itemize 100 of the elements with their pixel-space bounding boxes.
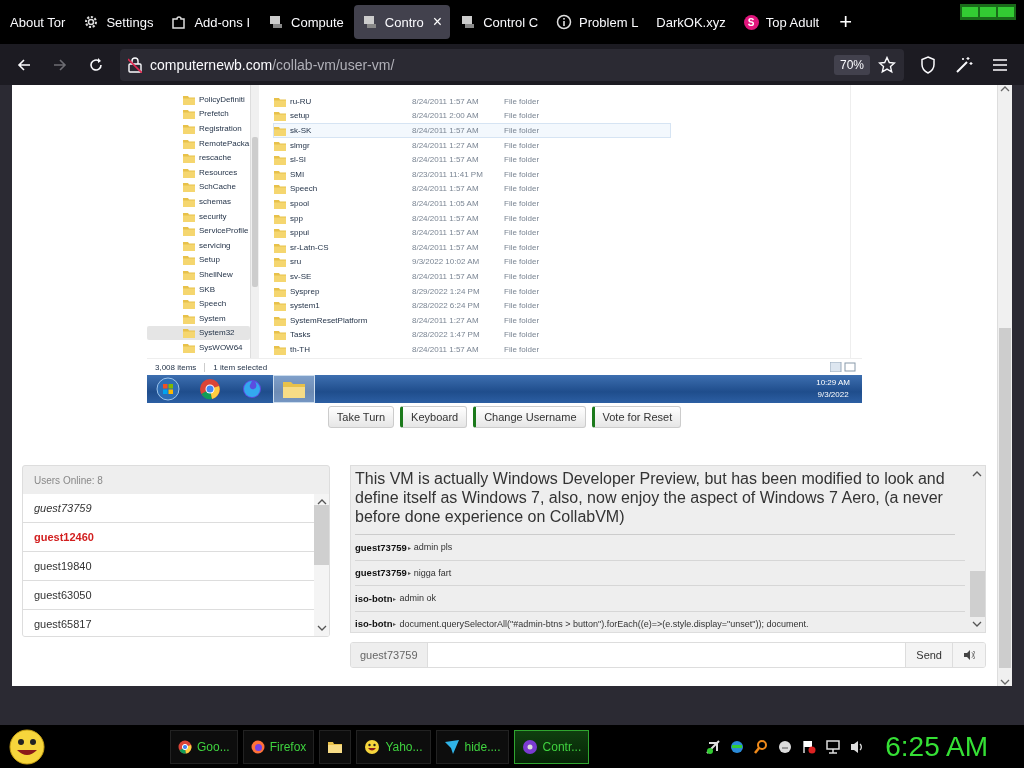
user-list-item[interactable]: guest73759: [23, 494, 314, 523]
file-row[interactable]: Speech 8/24/2011 1:57 AM File folder: [273, 181, 671, 197]
taskbar-button[interactable]: Yaho...: [356, 729, 431, 764]
folder-tree-item[interactable]: SysWOW64: [147, 340, 250, 355]
folder-tree-item[interactable]: servicing: [147, 237, 250, 253]
folder-tree-item[interactable]: security: [147, 208, 250, 224]
scroll-up-icon[interactable]: [972, 470, 982, 478]
folder-tree-item[interactable]: Speech: [147, 296, 250, 311]
file-row[interactable]: th-TH 8/24/2011 1:57 AM File folder: [273, 342, 671, 357]
file-row[interactable]: sk-SK 8/24/2011 1:57 AM File folder: [273, 123, 671, 138]
zoom-level[interactable]: 70%: [833, 54, 870, 75]
file-date: 8/28/2022 6:24 PM: [412, 301, 481, 311]
browser-tab[interactable]: Settings: [75, 5, 162, 39]
magic-wand-icon[interactable]: [955, 55, 973, 74]
bookmark-star-icon[interactable]: [878, 55, 896, 74]
file-row[interactable]: system1 8/28/2022 6:24 PM File folder: [273, 298, 671, 313]
file-row[interactable]: Sysprep 8/29/2022 1:24 PM File folder: [273, 283, 671, 299]
file-date: 8/24/2011 1:27 AM: [412, 140, 480, 150]
file-row[interactable]: sv-SE 8/24/2011 1:57 AM File folder: [273, 269, 671, 284]
file-date: 8/24/2011 1:57 AM: [412, 271, 480, 281]
folder-tree-item[interactable]: SchCache: [147, 179, 250, 195]
back-arrow-icon[interactable]: [16, 56, 32, 73]
page-scrollbar[interactable]: [997, 85, 1012, 686]
address-bar[interactable]: computernewb.com/collab-vm/user-vm/ 70%: [120, 48, 904, 81]
browser-tab[interactable]: Control C: [452, 5, 547, 39]
folder-icon: [274, 241, 286, 253]
folder-tree-item[interactable]: ShellNew: [147, 267, 250, 282]
scroll-down-icon[interactable]: [316, 624, 327, 632]
menu-icon[interactable]: [992, 57, 1008, 72]
file-row[interactable]: setup 8/24/2011 2:00 AM File folder: [273, 108, 671, 124]
file-row[interactable]: sr-Latn-CS 8/24/2011 1:57 AM File folder: [273, 239, 671, 255]
folder-tree-item[interactable]: Setup: [147, 252, 250, 268]
folder-tree-item[interactable]: schemas: [147, 194, 250, 209]
file-row[interactable]: sl-SI 8/24/2011 1:57 AM File folder: [273, 152, 671, 167]
browser-tab[interactable]: Contro ×: [353, 5, 451, 39]
file-row[interactable]: ru-RU 8/24/2011 1:57 AM File folder: [273, 94, 671, 109]
taskbar-button[interactable]: Contr...: [513, 729, 590, 764]
flag-error-icon[interactable]: [801, 738, 818, 755]
folder-tree-item[interactable]: System: [147, 310, 250, 326]
file-row[interactable]: slmgr 8/24/2011 1:27 AM File folder: [273, 137, 671, 153]
folder-tree-item[interactable]: rescache: [147, 150, 250, 165]
folder-icon: [274, 197, 286, 209]
folder-tree-item[interactable]: RemotePacka: [147, 135, 250, 151]
file-type: File folder: [504, 96, 541, 106]
browser-icon[interactable]: [199, 378, 221, 400]
vm-control-button[interactable]: Change Username: [473, 406, 586, 428]
scrollbar-thumb[interactable]: [252, 137, 258, 287]
close-tab-icon[interactable]: ×: [432, 13, 443, 31]
browser-tab[interactable]: Compute: [260, 5, 352, 39]
browser-tab[interactable]: S Top Adult: [735, 5, 828, 39]
network-icon[interactable]: [825, 738, 842, 755]
folder-icon: [274, 343, 286, 355]
scroll-down-icon[interactable]: [972, 620, 982, 628]
file-row[interactable]: spp 8/24/2011 1:57 AM File folder: [273, 210, 671, 226]
browser-tab[interactable]: DarkOK.xyz: [648, 5, 734, 39]
vm-control-button[interactable]: Keyboard: [400, 406, 468, 428]
file-row[interactable]: sppui 8/24/2011 1:57 AM File folder: [273, 225, 671, 240]
folder-tree-item[interactable]: System32: [147, 325, 250, 341]
reload-icon[interactable]: [88, 56, 104, 73]
scroll-up-icon[interactable]: [316, 498, 327, 506]
magnifier-icon[interactable]: [753, 738, 770, 755]
folder-tree-item[interactable]: Registration: [147, 121, 250, 136]
file-row[interactable]: SMI 8/23/2011 11:41 PM File folder: [273, 166, 671, 182]
scroll-up-icon[interactable]: [1000, 85, 1010, 93]
vm-control-button[interactable]: Take Turn: [327, 406, 395, 428]
start-orb-icon[interactable]: [156, 377, 180, 401]
folder-icon: [327, 739, 344, 754]
user-list-item[interactable]: guest63050: [23, 581, 314, 610]
view-toggle-icon[interactable]: [830, 362, 856, 372]
user-list-item[interactable]: guest12460: [23, 523, 314, 552]
scroll-down-icon[interactable]: [1000, 678, 1010, 686]
folder-tree-item[interactable]: PolicyDefiniti: [147, 92, 250, 107]
folder-tree-item[interactable]: Prefetch: [147, 106, 250, 122]
tray-app-icon[interactable]: [705, 738, 722, 755]
smiley-start-icon[interactable]: [8, 728, 46, 765]
taskbar-button[interactable]: Firefox: [242, 729, 315, 764]
user-list-item[interactable]: guest19840: [23, 552, 314, 581]
browser-tab[interactable]: Add-ons I: [163, 5, 259, 39]
folder-tree-item[interactable]: Resources: [147, 164, 250, 180]
user-list-scrollbar[interactable]: [314, 494, 329, 636]
file-row[interactable]: spool 8/24/2011 1:05 AM File folder: [273, 196, 671, 211]
taskbar-button[interactable]: hide....: [435, 729, 509, 764]
folder-tree-item[interactable]: SKB: [147, 281, 250, 297]
forward-arrow-icon[interactable]: [52, 56, 68, 73]
file-name: sk-SK: [290, 126, 312, 135]
file-name: ru-RU: [290, 96, 312, 106]
globe-icon[interactable]: [729, 738, 746, 755]
browser-tab[interactable]: About Tor: [2, 5, 74, 39]
file-row[interactable]: SystemResetPlatform 8/24/2011 1:27 AM File folder: [273, 312, 671, 328]
taskbar-button[interactable]: Goo...: [170, 729, 238, 764]
file-row[interactable]: sru 9/3/2022 10:02 AM File folder: [273, 254, 671, 270]
system-clock[interactable]: 6:25 AM: [885, 730, 988, 763]
taskbar-button[interactable]: [319, 729, 352, 764]
browser-icon[interactable]: [241, 378, 263, 400]
file-row[interactable]: Tasks 8/28/2022 1:47 PM File folder: [273, 327, 671, 343]
folder-tree-item[interactable]: ServiceProfile: [147, 223, 250, 238]
vm-control-button[interactable]: Vote for Reset: [591, 406, 682, 428]
new-tab-button[interactable]: +: [829, 9, 863, 35]
shield-icon[interactable]: [920, 55, 936, 74]
browser-tab[interactable]: Problem L: [548, 5, 647, 39]
